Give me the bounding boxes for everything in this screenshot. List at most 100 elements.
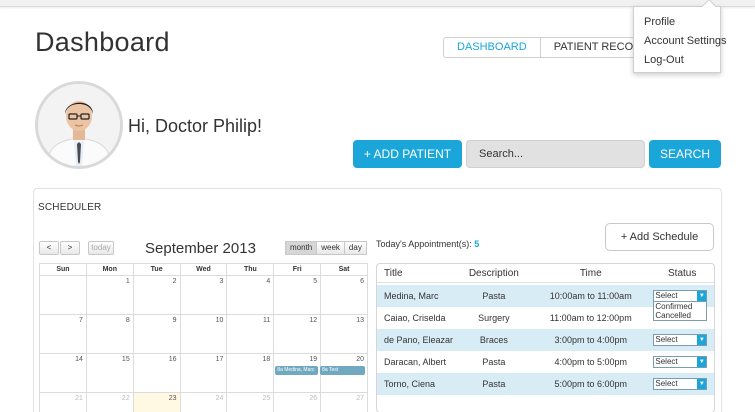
day-number: 15: [121, 356, 130, 363]
table-row[interactable]: Daracan, Albert Pasta 4:00pm to 5:00pm S…: [377, 351, 714, 373]
calendar-day[interactable]: 16: [133, 354, 181, 393]
calendar-day[interactable]: 18: [227, 354, 275, 393]
table-row[interactable]: de Pano, Eleazar Braces 3:00pm to 4:00pm…: [377, 329, 714, 351]
view-week-button[interactable]: week: [316, 241, 345, 255]
scheduler-title: SCHEDULER: [38, 202, 102, 213]
calendar-day[interactable]: 2: [133, 276, 181, 315]
day-number: 2: [172, 278, 177, 285]
day-number: 14: [75, 356, 83, 363]
calendar-day[interactable]: 14: [40, 354, 87, 393]
user-menu-dropdown: Profile Account Settings Log-Out: [633, 0, 727, 73]
table-row[interactable]: Torno, Ciena Pasta 5:00pm to 6:00pm Sele…: [377, 373, 714, 395]
calendar-day[interactable]: 20 8a Test: [320, 354, 368, 393]
appointment-time: 10:00am to 11:00am: [549, 291, 632, 301]
day-number: 7: [78, 317, 83, 324]
day-number: 19: [309, 356, 318, 363]
status-select[interactable]: Select ▼: [653, 334, 708, 346]
calendar-prev-button[interactable]: <: [39, 241, 59, 255]
table-row[interactable]: Medina, Marc Pasta 10:00am to 11:00am Se…: [377, 285, 714, 321]
appointment-time: 4:00pm to 5:00pm: [554, 357, 628, 367]
chevron-down-icon: ▼: [697, 335, 707, 345]
calendar-day[interactable]: [40, 276, 87, 315]
appointment-title: de Pano, Eleazar: [384, 335, 454, 345]
day-number: 16: [168, 356, 177, 363]
calendar-day-today[interactable]: 23: [133, 393, 181, 412]
calendar-day[interactable]: 26: [274, 393, 322, 412]
appointments-label-text: Today's Appointment(s):: [376, 239, 472, 249]
calendar-day[interactable]: 19 8a Medina, Marc: [274, 354, 322, 393]
calendar-day[interactable]: 7: [40, 315, 87, 354]
calendar-day[interactable]: 8: [86, 315, 134, 354]
status-select[interactable]: Select ▼: [653, 356, 708, 368]
weekday-label: Fri: [274, 264, 322, 276]
calendar-event[interactable]: 8a Medina, Marc: [275, 366, 319, 375]
page-title: Dashboard: [35, 27, 170, 57]
status-options-list: Confirmed Cancelled: [653, 301, 708, 321]
calendar-day[interactable]: 4: [227, 276, 275, 315]
calendar-day[interactable]: 5: [274, 276, 322, 315]
menu-item-account-settings[interactable]: Account Settings: [634, 32, 727, 51]
calendar-event[interactable]: 8a Test: [320, 366, 366, 375]
day-number: 17: [215, 356, 224, 363]
status-select-value: Select: [655, 335, 678, 344]
todays-appointments-label: Today's Appointment(s): 5: [376, 239, 479, 249]
day-number: 3: [219, 278, 224, 285]
search-input[interactable]: Search...: [466, 140, 645, 168]
view-month-button[interactable]: month: [285, 241, 318, 255]
calendar-grid: Sun Mon Tue Wed Thu Fri Sat 1 2 3 4 5 6 …: [39, 263, 368, 412]
chevron-down-icon: ▼: [697, 291, 707, 301]
appointment-description: Pasta: [482, 291, 506, 301]
calendar-day[interactable]: 11: [227, 315, 275, 354]
add-patient-button[interactable]: + ADD PATIENT: [353, 140, 462, 168]
appointment-description: Pasta: [482, 379, 506, 389]
status-select[interactable]: Select ▼: [653, 378, 708, 390]
status-option-confirmed[interactable]: Confirmed: [655, 302, 706, 311]
calendar-day[interactable]: 15: [86, 354, 134, 393]
day-number: 9: [172, 317, 177, 324]
table-header: Title Description Time Status: [377, 264, 714, 283]
calendar-week: 1 2 3 4 5 6: [40, 276, 368, 315]
appointment-time: 11:00am to 12:00pm: [549, 313, 632, 323]
menu-item-profile[interactable]: Profile: [634, 13, 720, 32]
status-select-value: Select: [655, 379, 678, 388]
day-number: 8: [125, 317, 130, 324]
calendar-day[interactable]: 12: [274, 315, 322, 354]
calendar-today-button[interactable]: today: [88, 241, 114, 255]
doctor-avatar-icon: [38, 84, 120, 166]
view-day-button[interactable]: day: [343, 241, 367, 255]
calendar-day[interactable]: 25: [227, 393, 275, 412]
calendar-day[interactable]: 21: [40, 393, 87, 412]
calendar-day[interactable]: 3: [180, 276, 228, 315]
day-number: 6: [360, 278, 365, 285]
calendar-day[interactable]: 22: [87, 393, 134, 412]
calendar-day[interactable]: 9: [133, 315, 181, 354]
search-button[interactable]: SEARCH: [649, 140, 721, 168]
weekday-label: Tue: [133, 264, 181, 276]
appointment-title: Medina, Marc: [384, 291, 439, 301]
avatar: [35, 81, 123, 169]
calendar-day[interactable]: 10: [180, 315, 228, 354]
day-number: 13: [356, 317, 365, 324]
tab-dashboard[interactable]: DASHBOARD: [444, 38, 541, 57]
menu-item-log-out[interactable]: Log-Out: [634, 51, 720, 70]
calendar-day[interactable]: 24: [181, 393, 228, 412]
calendar-day[interactable]: 27: [321, 393, 368, 412]
weekday-label: Sun: [40, 264, 87, 276]
appointments-table: Title Description Time Status Medina, Ma…: [376, 263, 715, 412]
calendar-day[interactable]: 17: [180, 354, 228, 393]
calendar-day[interactable]: 13: [321, 315, 368, 354]
calendar-day[interactable]: 1: [86, 276, 134, 315]
appointment-title: Caiao, Criselda: [384, 313, 446, 323]
day-number: 4: [266, 278, 271, 285]
calendar-next-button[interactable]: >: [60, 241, 80, 255]
day-number: 18: [262, 356, 271, 363]
status-option-cancelled[interactable]: Cancelled: [655, 311, 706, 320]
day-number: 25: [262, 395, 271, 402]
add-schedule-button[interactable]: + Add Schedule: [605, 223, 714, 251]
day-number: 11: [263, 317, 271, 324]
column-header: Status: [668, 267, 697, 279]
day-number: 23: [168, 395, 177, 402]
calendar-day[interactable]: 6: [321, 276, 368, 315]
column-header: Time: [579, 267, 602, 279]
day-number: 24: [215, 395, 224, 402]
